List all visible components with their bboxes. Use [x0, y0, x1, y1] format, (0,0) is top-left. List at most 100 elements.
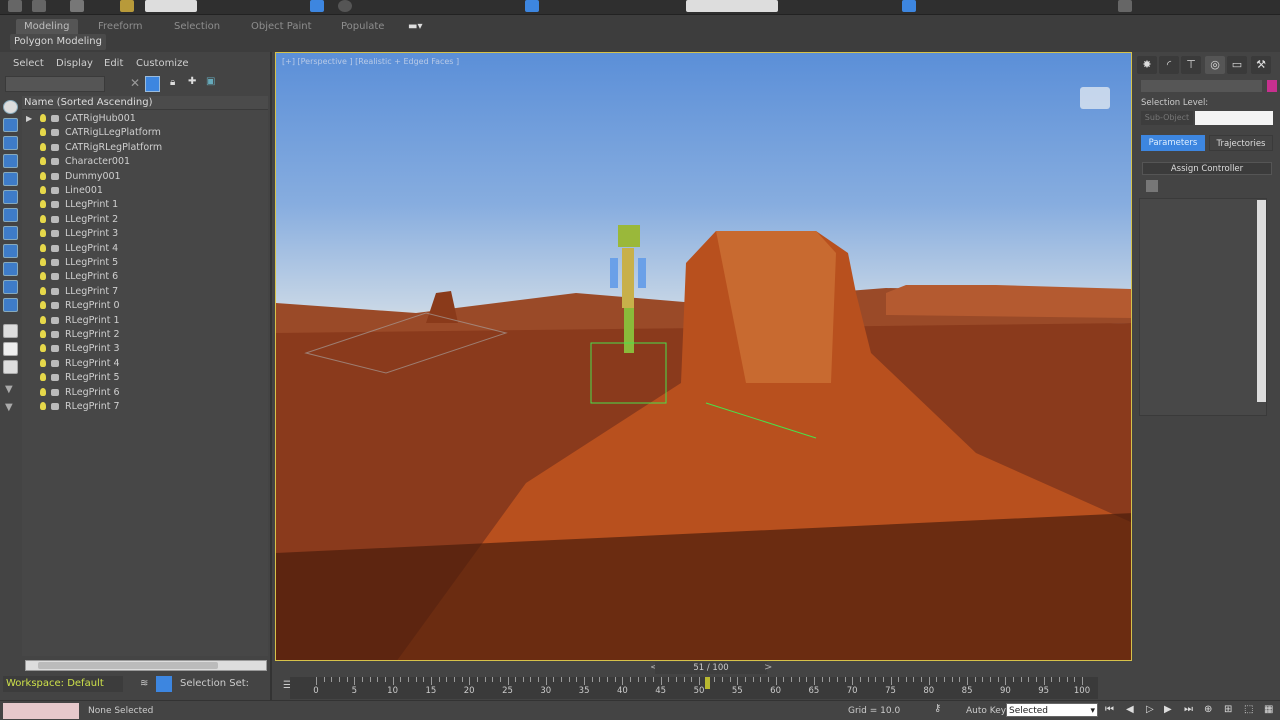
visibility-bulb-icon[interactable]	[40, 157, 46, 166]
list-item[interactable]: RLegPrint 3	[22, 342, 268, 356]
sync-selection-icon[interactable]: ▣	[206, 76, 215, 87]
visibility-bulb-icon[interactable]	[40, 387, 46, 396]
auto-key-button[interactable]: Auto Key	[966, 703, 1006, 719]
tab-selection[interactable]: Selection	[166, 19, 228, 35]
prev-key-icon[interactable]: ◀	[1126, 704, 1134, 715]
containers-filter-icon[interactable]	[3, 262, 18, 276]
undo-icon[interactable]	[8, 0, 22, 12]
next-frame-button[interactable]: >	[764, 662, 772, 673]
advanced-filter-icon[interactable]: ▼	[5, 402, 13, 413]
visibility-bulb-icon[interactable]	[40, 186, 46, 194]
list-item[interactable]: Dummy001	[22, 170, 268, 184]
controller-list[interactable]	[1139, 198, 1267, 416]
display-tab-icon[interactable]: ▭	[1227, 56, 1247, 74]
viewcube[interactable]	[1073, 83, 1117, 117]
motion-tab-icon[interactable]: ◎	[1205, 56, 1225, 74]
redo-icon[interactable]	[32, 0, 46, 12]
visibility-bulb-icon[interactable]	[40, 315, 46, 324]
perspective-viewport[interactable]: [+] [Perspective ] [Realistic + Edged Fa…	[275, 52, 1132, 661]
object-name-field[interactable]	[1141, 80, 1262, 92]
select-move-icon[interactable]	[310, 0, 324, 12]
list-item[interactable]: LLegPrint 2	[22, 213, 268, 227]
assign-controller-rollout[interactable]: Assign Controller	[1142, 162, 1272, 175]
tab-object-paint[interactable]: Object Paint	[243, 19, 320, 35]
parameters-button[interactable]: Parameters	[1141, 135, 1205, 151]
hierarchy-icon[interactable]	[156, 676, 172, 692]
visibility-bulb-icon[interactable]	[40, 272, 46, 281]
list-item[interactable]: LLegPrint 5	[22, 256, 268, 270]
invert-display-icon[interactable]	[3, 360, 18, 374]
visibility-bulb-icon[interactable]	[40, 229, 46, 238]
select-rotate-icon[interactable]	[338, 0, 352, 12]
ribbon-options-icon[interactable]: ▬▾	[400, 19, 430, 35]
visibility-bulb-icon[interactable]	[40, 373, 46, 382]
key-mode-dropdown[interactable]: Selected ▾	[1006, 703, 1098, 717]
render-icon[interactable]	[1118, 0, 1132, 12]
select-children-icon[interactable]: ✚	[188, 76, 196, 87]
visibility-bulb-icon[interactable]	[40, 330, 46, 338]
menu-select[interactable]: Select	[13, 58, 44, 69]
visibility-bulb-icon[interactable]	[40, 214, 46, 223]
polygon-modeling-panel[interactable]: Polygon Modeling	[10, 34, 106, 50]
groups-filter-icon[interactable]	[3, 226, 18, 240]
horizontal-scrollbar[interactable]	[25, 660, 267, 671]
assign-controller-icon[interactable]	[1146, 180, 1158, 192]
layers-icon[interactable]: ≋	[140, 678, 148, 689]
tab-populate[interactable]: Populate	[333, 19, 392, 35]
utilities-tab-icon[interactable]: ⚒	[1251, 56, 1271, 74]
menu-edit[interactable]: Edit	[104, 58, 123, 69]
visibility-bulb-icon[interactable]	[40, 142, 46, 151]
expand-arrow-icon[interactable]: ▶	[26, 112, 32, 126]
visibility-bulb-icon[interactable]	[40, 200, 46, 209]
menu-customize[interactable]: Customize	[136, 58, 189, 69]
visibility-bulb-icon[interactable]	[40, 402, 46, 410]
display-all-icon[interactable]	[3, 324, 18, 338]
list-item[interactable]: RLegPrint 0	[22, 299, 268, 313]
selection-filter-dropdown[interactable]	[145, 0, 197, 12]
visibility-bulb-icon[interactable]	[40, 358, 46, 367]
go-to-start-icon[interactable]: ⏮	[1105, 704, 1114, 715]
list-item[interactable]: RLegPrint 2	[22, 328, 268, 342]
xrefs-filter-icon[interactable]	[3, 280, 18, 294]
modify-tab-icon[interactable]: ◜	[1159, 56, 1179, 74]
visibility-bulb-icon[interactable]	[40, 114, 46, 122]
list-item[interactable]: LLegPrint 6	[22, 270, 268, 284]
named-selection-dropdown[interactable]	[686, 0, 778, 12]
visibility-bulb-icon[interactable]	[40, 128, 46, 137]
vertical-scrollbar[interactable]	[1257, 200, 1266, 402]
zoom-all-icon[interactable]: ⊞	[1224, 704, 1232, 715]
geometry-filter-icon[interactable]	[3, 118, 18, 132]
create-tab-icon[interactable]: ✸	[1137, 56, 1157, 74]
visibility-bulb-icon[interactable]	[40, 171, 46, 180]
helpers-filter-icon[interactable]	[3, 190, 18, 204]
viewport-label[interactable]: [+] [Perspective ] [Realistic + Edged Fa…	[282, 57, 459, 66]
maxscript-listener[interactable]	[3, 703, 79, 719]
object-color-swatch[interactable]	[1267, 80, 1277, 92]
bind-space-warp-icon[interactable]	[120, 0, 134, 12]
list-item[interactable]: LLegPrint 3	[22, 227, 268, 241]
playhead[interactable]	[704, 677, 710, 689]
list-item[interactable]: LLegPrint 7	[22, 285, 268, 299]
scrollbar-thumb[interactable]	[38, 662, 218, 669]
timeline-track[interactable]: 0 5 10 15 20 25 30 35 40 45 50 55 60 65 70 75 80 85 90 95 10…	[290, 677, 1098, 699]
lock-icon[interactable]: 🔒︎	[170, 77, 175, 88]
time-slider[interactable]: 51 / 100	[655, 662, 767, 674]
list-item[interactable]: Character001	[22, 155, 268, 169]
next-key-icon[interactable]: ▶	[1164, 704, 1172, 715]
list-item[interactable]: CATRigRLegPlatform	[22, 141, 268, 155]
list-item[interactable]: LLegPrint 4	[22, 242, 268, 256]
shapes-filter-icon[interactable]	[3, 136, 18, 150]
workspace-dropdown[interactable]: Workspace: Default	[3, 676, 123, 692]
menu-display[interactable]: Display	[56, 58, 93, 69]
visibility-bulb-icon[interactable]	[40, 286, 46, 295]
list-item[interactable]: RLegPrint 4	[22, 357, 268, 371]
visibility-bulb-icon[interactable]	[40, 258, 46, 266]
visibility-bulb-icon[interactable]	[40, 344, 46, 353]
lights-filter-icon[interactable]	[3, 154, 18, 168]
list-item[interactable]: ▶ CATRigHub001	[22, 112, 268, 126]
list-item[interactable]: RLegPrint 5	[22, 371, 268, 385]
column-header-name[interactable]: Name (Sorted Ascending)	[22, 96, 268, 110]
key-icon[interactable]: ⚷	[934, 703, 941, 714]
list-item[interactable]: Line001	[22, 184, 268, 198]
go-to-end-icon[interactable]: ⏭	[1184, 704, 1193, 715]
